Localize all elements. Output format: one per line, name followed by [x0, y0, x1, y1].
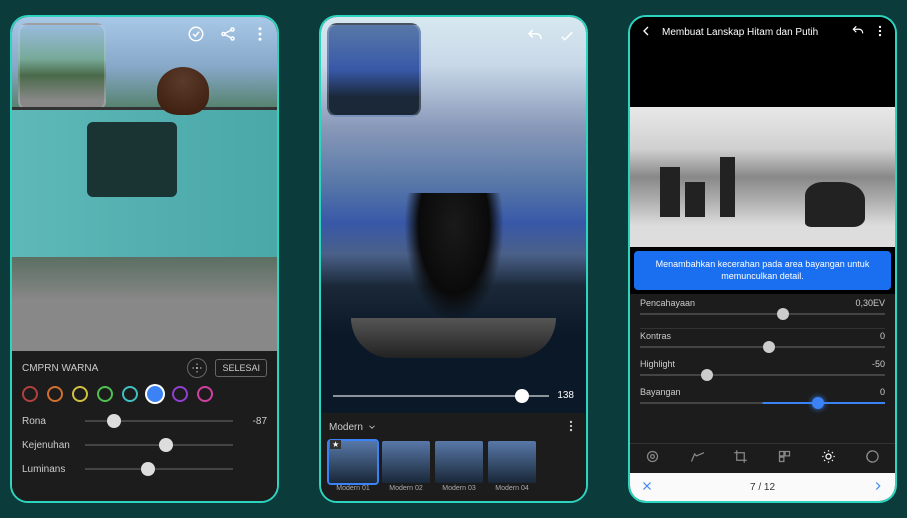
more-icon[interactable] [873, 24, 887, 41]
swatch-3[interactable] [97, 386, 113, 402]
crop-icon[interactable] [733, 449, 748, 469]
slider-highlight[interactable]: Highlight-50 [640, 359, 885, 387]
original-thumbnail[interactable] [18, 23, 106, 111]
phone-1-color-mix: CMPRN WARNA SELESAI Rona-87KejenuhanLumi… [10, 15, 279, 503]
toolbar [630, 443, 895, 473]
share-icon[interactable] [219, 25, 237, 48]
phone-2-presets: 138 Modern Modern 01Modern 02Modern 03Mo… [319, 15, 588, 503]
swatch-0[interactable] [22, 386, 38, 402]
page-indicator: 7 / 12 [654, 482, 871, 493]
check-icon[interactable] [558, 27, 576, 50]
preset-modern-01[interactable]: Modern 01 [329, 441, 377, 492]
undo-icon[interactable] [851, 24, 865, 41]
back-icon[interactable] [638, 23, 654, 42]
tutorial-tip: Menambahkan kecerahan pada area bayangan… [634, 251, 891, 290]
close-icon[interactable] [640, 479, 654, 496]
exposure-value: 138 [557, 390, 574, 401]
slider-kontras[interactable]: Kontras0 [640, 331, 885, 359]
adjust-icon[interactable] [645, 449, 660, 469]
target-adjust-icon[interactable] [187, 358, 207, 378]
next-icon[interactable] [871, 479, 885, 496]
slider-luminans[interactable]: Luminans [22, 457, 267, 481]
presets-icon[interactable] [777, 449, 792, 469]
preset-modern-02[interactable]: Modern 02 [382, 441, 430, 492]
presets-panel: Modern Modern 01Modern 02Modern 03Modern… [321, 413, 586, 501]
swatch-5[interactable] [147, 386, 163, 402]
swatch-1[interactable] [47, 386, 63, 402]
undo-icon[interactable] [526, 27, 544, 50]
color-icon[interactable] [865, 449, 880, 469]
light-icon[interactable] [821, 449, 836, 469]
more-icon[interactable] [251, 25, 269, 48]
more-icon[interactable] [564, 419, 578, 436]
done-button[interactable]: SELESAI [215, 359, 267, 377]
page-title: Membuat Lanskap Hitam dan Putih [662, 27, 843, 38]
heal-icon[interactable] [689, 449, 704, 469]
original-thumbnail[interactable] [327, 23, 421, 117]
exposure-slider[interactable]: 138 [333, 390, 574, 401]
slider-pencahayaan[interactable]: Pencahayaan0,30EV [640, 298, 885, 326]
header: Membuat Lanskap Hitam dan Putih [630, 17, 895, 47]
slider-rona[interactable]: Rona-87 [22, 409, 267, 433]
photo-preview[interactable] [12, 17, 277, 351]
color-swatches [22, 386, 267, 402]
sliders-container: Rona-87KejenuhanLuminans [22, 409, 267, 481]
preset-modern-03[interactable]: Modern 03 [435, 441, 483, 492]
swatch-6[interactable] [172, 386, 188, 402]
panel-title: CMPRN WARNA [22, 363, 98, 374]
phone-3-tutorial: Membuat Lanskap Hitam dan Putih Menambah… [628, 15, 897, 503]
photo-preview[interactable]: 138 [321, 17, 586, 413]
slider-bayangan[interactable]: Bayangan0 [640, 387, 885, 415]
photo-preview[interactable] [630, 107, 895, 247]
swatch-2[interactable] [72, 386, 88, 402]
preset-strip: Modern 01Modern 02Modern 03Modern 04 [329, 441, 578, 492]
check-icon[interactable] [187, 25, 205, 48]
preset-category-dropdown[interactable]: Modern [329, 422, 377, 433]
slider-kejenuhan[interactable]: Kejenuhan [22, 433, 267, 457]
preset-modern-04[interactable]: Modern 04 [488, 441, 536, 492]
pager: 7 / 12 [630, 473, 895, 501]
color-mix-panel: CMPRN WARNA SELESAI Rona-87KejenuhanLumi… [12, 351, 277, 501]
light-sliders: Pencahayaan0,30EV Kontras0Highlight-50Bay… [630, 294, 895, 443]
swatch-7[interactable] [197, 386, 213, 402]
swatch-4[interactable] [122, 386, 138, 402]
